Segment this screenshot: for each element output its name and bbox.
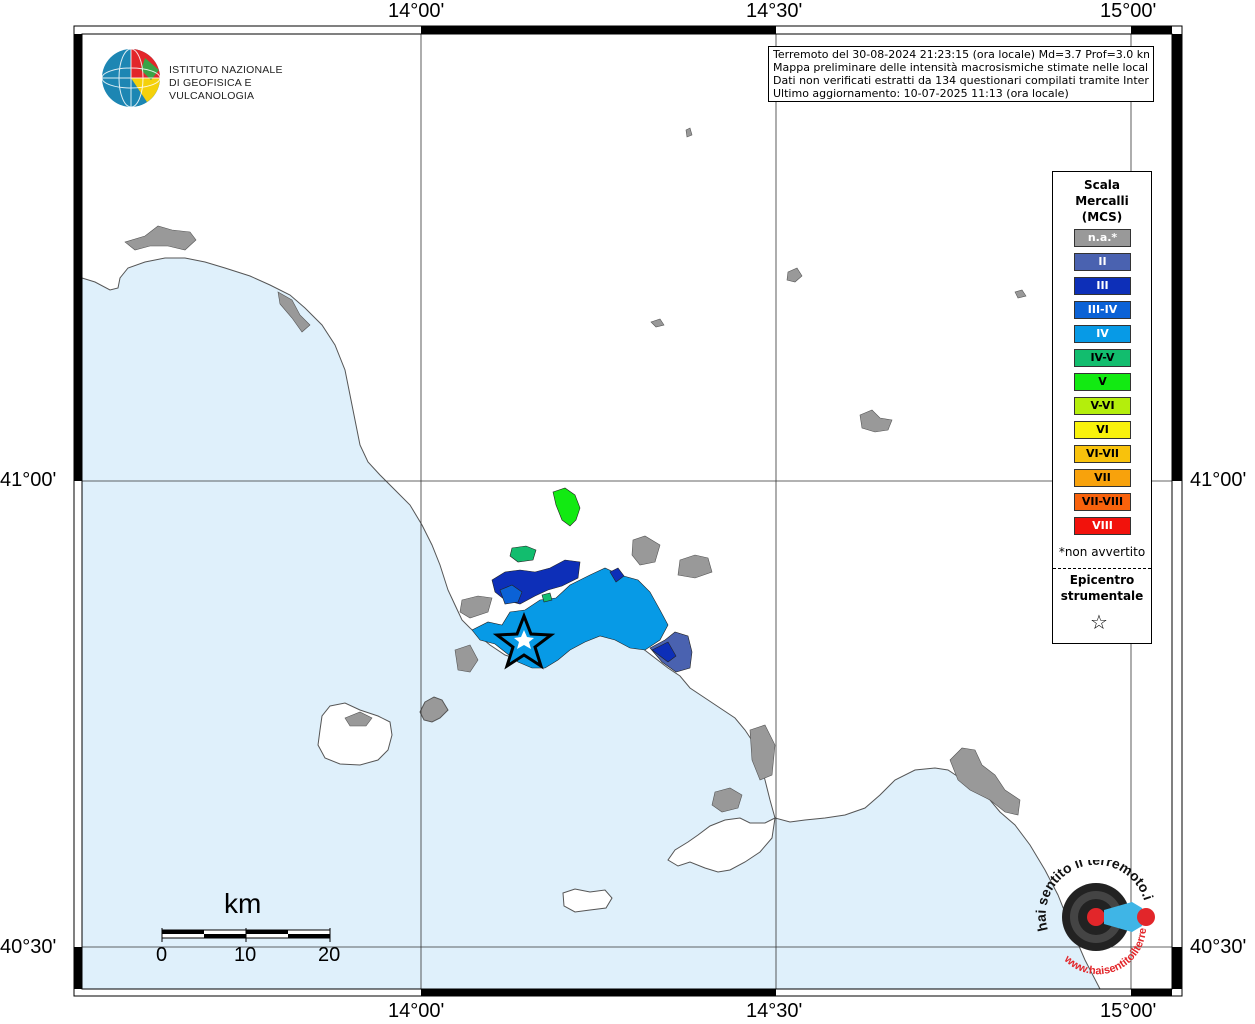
seismograph-target-icon: hai sentito il terremoto.it www.haisenti… — [1029, 847, 1157, 977]
legend-separator — [1053, 568, 1151, 569]
capri — [562, 888, 613, 913]
lon-label-bottom-14-30: 14°30' — [746, 1000, 803, 1022]
event-info-line2: Mappa preliminare delle intensità macros… — [773, 61, 1149, 74]
ingv-logo-text: ISTITUTO NAZIONALE DI GEOFISICA E VULCAN… — [169, 64, 321, 103]
lon-label-top-15-00: 15°00' — [1100, 0, 1157, 22]
legend-title: Scala Mercalli (MCS) — [1053, 177, 1151, 225]
legend-item-iv: IV — [1074, 325, 1131, 343]
lat-label-right-41-00: 41°00' — [1190, 469, 1247, 491]
hai-sentito-badge: hai sentito il terremoto.it www.haisenti… — [1029, 847, 1159, 977]
event-info-line1: Terremoto del 30-08-2024 21:23:15 (ora l… — [773, 48, 1149, 61]
scale-unit: km — [224, 888, 262, 919]
lon-label-top-14-30: 14°30' — [746, 0, 803, 22]
legend-item-iii-iv: III-IV — [1074, 301, 1131, 319]
legend-item-n-a: n.a.* — [1074, 229, 1131, 247]
ingv-logo: ISTITUTO NAZIONALE DI GEOFISICA E VULCAN… — [101, 48, 321, 110]
lon-label-bottom-15-00: 15°00' — [1100, 1000, 1157, 1022]
ingv-line1: ISTITUTO NAZIONALE — [169, 64, 283, 76]
legend-note: *non avvertito — [1058, 545, 1146, 559]
lat-label-left-41-00: 41°00' — [0, 469, 57, 491]
event-info-box: Terremoto del 30-08-2024 21:23:15 (ora l… — [768, 46, 1154, 102]
legend-item-viii: VIII — [1074, 517, 1131, 535]
lat-label-right-40-30: 40°30' — [1190, 936, 1247, 958]
scale-label-0: 0 — [156, 944, 168, 966]
event-info-line3: Dati non verificati estratti da 134 ques… — [773, 74, 1149, 87]
legend-item-vi: VI — [1074, 421, 1131, 439]
legend-item-ii: II — [1074, 253, 1131, 271]
mcs-legend: Scala Mercalli (MCS) n.a.* II III III-IV IV I… — [1052, 171, 1152, 644]
ingv-line2: DI GEOFISICA E VULCANOLOGIA — [169, 77, 255, 102]
legend-item-iii: III — [1074, 277, 1131, 295]
legend-item-v: V — [1074, 373, 1131, 391]
legend-item-vii-viii: VII-VIII — [1074, 493, 1131, 511]
scale-bar-graphic — [161, 928, 331, 942]
legend-epicenter-line1: Epicentro — [1069, 573, 1135, 587]
legend-item-v-vi: V-VI — [1074, 397, 1131, 415]
legend-item-vii: VII — [1074, 469, 1131, 487]
event-info-line4: Ultimo aggiornamento: 10-07-2025 11:13 (… — [773, 87, 1069, 100]
lon-label-top-14-00: 14°00' — [388, 0, 445, 22]
area-iv-v-small — [541, 592, 553, 603]
lat-label-left-40-30: 40°30' — [0, 936, 57, 958]
legend-epicenter-label: Epicentro strumentale — [1053, 572, 1151, 604]
scale-label-20: 20 — [318, 944, 341, 966]
lon-label-bottom-14-00: 14°00' — [388, 1000, 445, 1022]
legend-title-line2: Mercalli — [1075, 194, 1129, 208]
ingv-globe-icon — [101, 48, 161, 108]
legend-item-vi-vii: VI-VII — [1074, 445, 1131, 463]
scale-label-10: 10 — [234, 944, 257, 966]
scale-bar: km 0 10 20 — [150, 888, 350, 978]
star-outline-icon: ☆ — [1090, 610, 1108, 634]
legend-item-iv-v: IV-V — [1074, 349, 1131, 367]
legend-epicenter-line2: strumentale — [1060, 589, 1144, 603]
legend-title-line3: (MCS) — [1081, 210, 1123, 224]
legend-title-line1: Scala — [1083, 178, 1121, 192]
